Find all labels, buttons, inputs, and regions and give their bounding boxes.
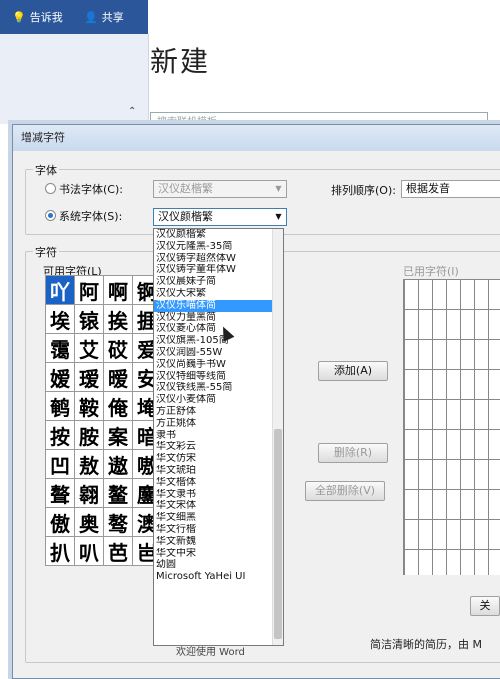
add-button[interactable]: 添加(A)	[318, 361, 388, 381]
page-title: 新建	[150, 45, 211, 78]
character-cell[interactable]: 啊	[104, 276, 133, 305]
font-option[interactable]: 汉仪元隆黑-35简	[154, 241, 283, 253]
system-font-dropdown-list[interactable]: 汉仪颜楷繁 汉仪元隆黑-35简 汉仪铸字超然体W 汉仪铸字童年体W 汉仪晨妹子简 汉仪大宋…	[153, 228, 284, 646]
font-option[interactable]: Microsoft YaHei UI	[154, 571, 283, 583]
character-cell[interactable]: 锿	[75, 305, 104, 334]
character-cell[interactable]: 骜	[104, 508, 133, 537]
close-button[interactable]: 关	[470, 596, 500, 616]
font-option[interactable]: 华文隶书	[154, 489, 283, 501]
character-cell[interactable]: 阿	[75, 276, 104, 305]
word-top-bar: 💡 告诉我 👤 共享	[0, 0, 148, 34]
font-option[interactable]: 汉仪铸字超然体W	[154, 253, 283, 265]
character-cell[interactable]: 嫒	[46, 363, 75, 392]
sort-order-label: 排列顺序(O):	[331, 184, 396, 197]
share-label: 共享	[101, 11, 124, 24]
system-font-label: 系统字体(S):	[59, 210, 123, 223]
font-option[interactable]: 隶书	[154, 430, 283, 442]
font-option[interactable]: 汉仪特细等线简	[154, 371, 283, 383]
character-cell[interactable]: 聱	[46, 479, 75, 508]
chevron-down-icon: ▼	[275, 184, 282, 193]
character-cell[interactable]: 扒	[46, 537, 75, 566]
font-option[interactable]: 汉仪铸字童年体W	[154, 264, 283, 276]
font-option[interactable]: 汉仪旗黑-105简	[154, 335, 283, 347]
font-option[interactable]: 华文仿宋	[154, 453, 283, 465]
dropdown-items: 汉仪颜楷繁 汉仪元隆黑-35简 汉仪铸字超然体W 汉仪铸字童年体W 汉仪晨妹子简 汉仪大宋…	[154, 229, 283, 583]
system-font-value: 汉仪颜楷繁	[158, 210, 213, 223]
character-cell[interactable]: 遨	[104, 450, 133, 479]
character-cell[interactable]: 鞍	[75, 392, 104, 421]
font-option[interactable]: 华文宋体	[154, 500, 283, 512]
font-option[interactable]: 华文楷体	[154, 477, 283, 489]
font-option[interactable]: 华文琥珀	[154, 465, 283, 477]
share-button[interactable]: 👤 共享	[84, 9, 124, 25]
dialog-title: 增减字符	[13, 125, 500, 151]
character-cell[interactable]: 鳌	[104, 479, 133, 508]
character-cell[interactable]: 艾	[75, 334, 104, 363]
character-cell[interactable]: 挨	[104, 305, 133, 334]
font-option[interactable]: 汉仪小麦体简	[154, 394, 283, 406]
calligraphy-font-radio[interactable]	[45, 183, 56, 194]
used-characters-grid[interactable]	[403, 279, 500, 575]
font-option[interactable]: 汉仪晨妹子简	[154, 276, 283, 288]
character-cell[interactable]: 暧	[104, 363, 133, 392]
characters-group-label: 字符	[33, 244, 59, 260]
character-cell[interactable]: 按	[46, 421, 75, 450]
font-option[interactable]: 汉仪润圆-55W	[154, 347, 283, 359]
character-cell[interactable]: 鹌	[46, 392, 75, 421]
character-cell[interactable]: 吖	[46, 276, 75, 305]
tell-me-button[interactable]: 💡 告诉我	[12, 9, 63, 25]
tell-me-label: 告诉我	[29, 11, 63, 24]
used-chars-label: 已用字符(I)	[403, 265, 459, 278]
dropdown-scrollbar[interactable]	[272, 229, 283, 645]
delete-button[interactable]: 删除(R)	[318, 443, 388, 463]
character-cell[interactable]: 俺	[104, 392, 133, 421]
character-cell[interactable]: 砹	[104, 334, 133, 363]
font-option[interactable]: 汉仪铁线黑-55简	[154, 382, 283, 394]
lightbulb-icon: 💡	[12, 10, 26, 24]
font-option[interactable]: 幼圆	[154, 559, 283, 571]
scrollbar-thumb[interactable]	[274, 429, 282, 639]
character-cell[interactable]: 案	[104, 421, 133, 450]
calligraphy-font-label: 书法字体(C):	[59, 183, 123, 196]
character-cell[interactable]: 埃	[46, 305, 75, 334]
template-tagline: 简洁清晰的简历，由 M	[370, 638, 482, 651]
font-option[interactable]: 方正姚体	[154, 418, 283, 430]
font-option[interactable]: 华文行楷	[154, 524, 283, 536]
delete-all-button[interactable]: 全部删除(V)	[305, 481, 385, 501]
character-cell[interactable]: 奥	[75, 508, 104, 537]
character-cell[interactable]: 敖	[75, 450, 104, 479]
person-icon: 👤	[84, 10, 98, 24]
character-cell[interactable]: 胺	[75, 421, 104, 450]
welcome-text: 欢迎使用 Word	[176, 647, 245, 658]
font-option[interactable]: 华文新魏	[154, 536, 283, 548]
font-group-label: 字体	[33, 162, 59, 178]
font-option[interactable]: 汉仪大宋繁	[154, 288, 283, 300]
calligraphy-font-value: 汉仪赵楷繁	[158, 182, 213, 195]
font-option[interactable]: 汉仪颜楷繁	[154, 229, 283, 241]
font-option[interactable]: 汉仪乐喵体简	[154, 299, 283, 312]
font-option[interactable]: 汉仪尚巍手书W	[154, 359, 283, 371]
chevron-down-icon: ▼	[275, 212, 282, 221]
character-cell[interactable]: 叭	[75, 537, 104, 566]
font-option[interactable]: 华文中宋	[154, 548, 283, 560]
character-cell[interactable]: 霭	[46, 334, 75, 363]
collapse-up-icon[interactable]: ⌃	[128, 106, 136, 117]
calligraphy-font-select[interactable]: 汉仪赵楷繁 ▼	[153, 180, 287, 198]
system-font-radio[interactable]	[45, 210, 56, 221]
sort-order-select[interactable]: 根据发音	[401, 180, 500, 198]
font-option[interactable]: 华文细黑	[154, 512, 283, 524]
sort-order-value: 根据发音	[406, 182, 450, 195]
character-cell[interactable]: 凹	[46, 450, 75, 479]
character-cell[interactable]: 傲	[46, 508, 75, 537]
character-cell[interactable]: 瑷	[75, 363, 104, 392]
available-characters-grid[interactable]: 吖阿啊锕埃锿挨捱霭艾砹爱嫒瑷暧安鹌鞍俺埯按胺案暗凹敖遨嗷聱翱鳌鏖傲奥骜澳扒叭芭岜	[45, 275, 162, 566]
font-option[interactable]: 方正舒体	[154, 406, 283, 418]
system-font-select[interactable]: 汉仪颜楷繁 ▼	[153, 208, 287, 226]
backstage-left-panel: ⌃	[0, 34, 149, 124]
character-cell[interactable]: 翱	[75, 479, 104, 508]
font-option[interactable]: 汉仪力量黑简	[154, 312, 283, 324]
font-option[interactable]: 华文彩云	[154, 441, 283, 453]
character-cell[interactable]: 芭	[104, 537, 133, 566]
